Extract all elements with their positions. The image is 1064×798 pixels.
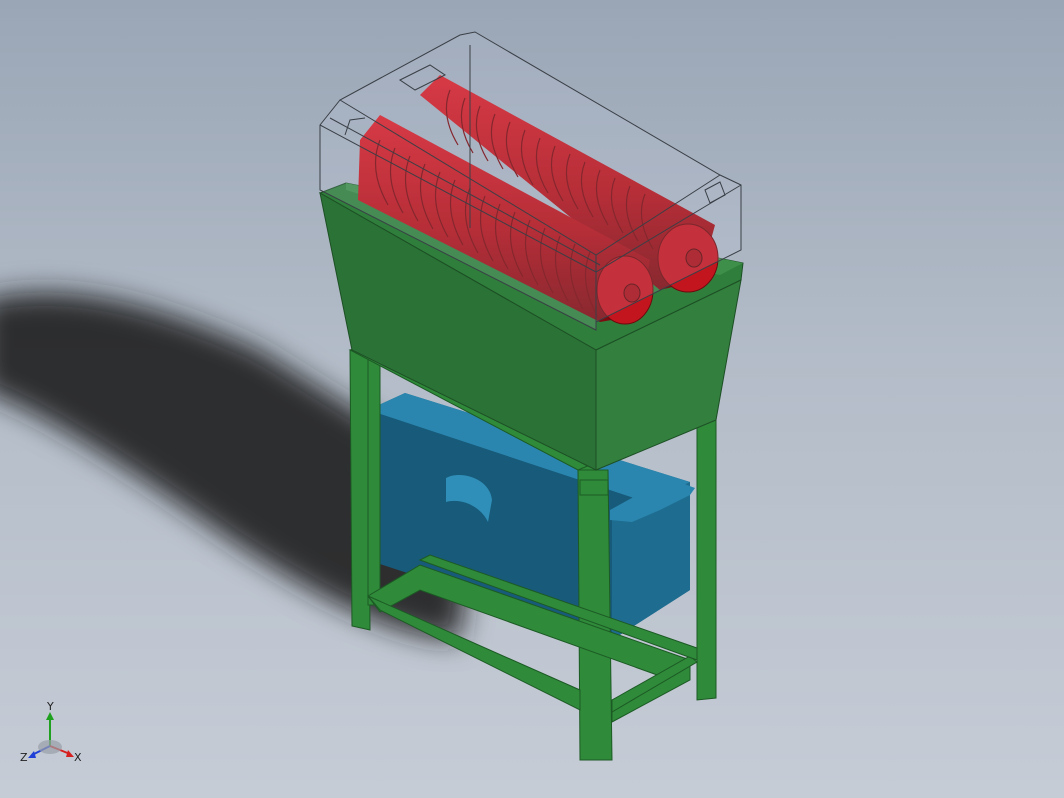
axis-triad[interactable]: Y X Z	[18, 700, 88, 772]
x-axis-label: X	[74, 751, 82, 764]
model-canvas[interactable]	[0, 0, 1064, 798]
cad-viewport[interactable]: Y X Z	[0, 0, 1064, 798]
y-axis-label: Y	[46, 700, 54, 713]
triad-origin	[38, 740, 62, 754]
z-axis-label: Z	[20, 751, 28, 764]
